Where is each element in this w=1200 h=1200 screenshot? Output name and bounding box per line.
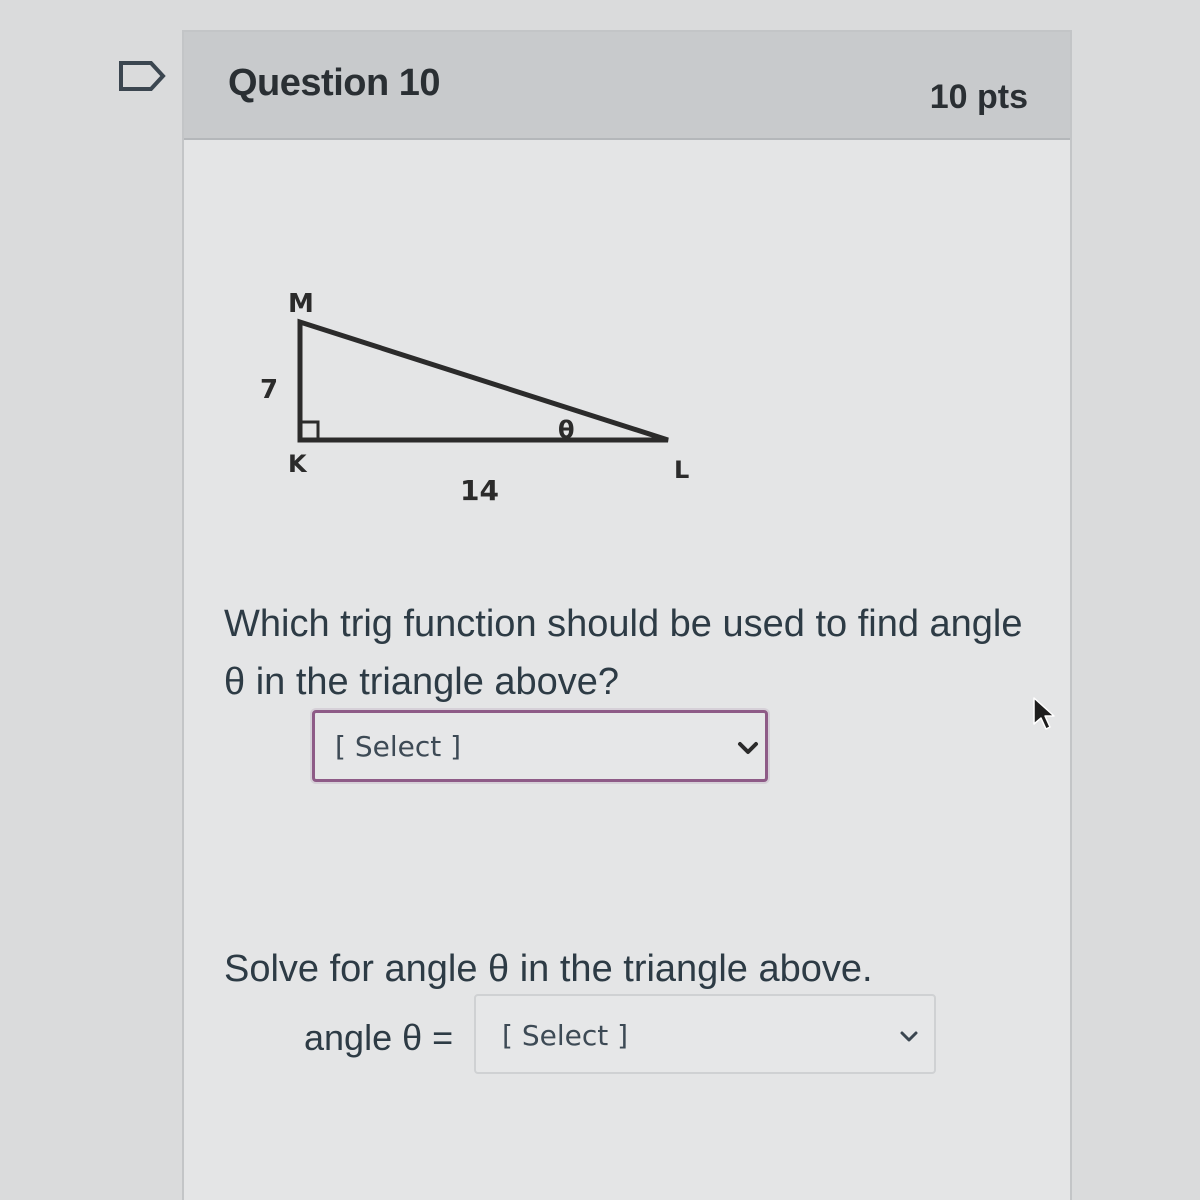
right-angle-marker bbox=[298, 420, 320, 442]
angle-theta-label: θ bbox=[558, 416, 575, 444]
question-title: Question 10 bbox=[228, 62, 441, 104]
question-prompt-1: Which trig function should be used to fi… bbox=[224, 603, 1023, 703]
question-header: Question 10 10 pts bbox=[184, 32, 1070, 140]
angle-value-select[interactable]: [ Select ] bbox=[474, 994, 936, 1074]
triangle-mkl bbox=[297, 318, 669, 443]
triangle-figure: M 7 θ K L 14 bbox=[260, 289, 689, 507]
select-value-2: [ Select ] bbox=[502, 1019, 629, 1052]
flag-question-icon[interactable] bbox=[118, 60, 166, 92]
chevron-down-icon bbox=[900, 1031, 918, 1042]
select-value-1: [ Select ] bbox=[335, 730, 462, 763]
question-prompt-2: Solve for angle θ in the triangle above. bbox=[224, 948, 873, 990]
vertex-label-k: K bbox=[288, 450, 308, 478]
mouse-cursor-icon bbox=[1033, 697, 1055, 730]
vertex-label-m: M bbox=[288, 289, 314, 319]
question-points: 10 pts bbox=[929, 78, 1028, 116]
question-card: Question 10 10 pts M 7 θ K L 14 Which tr… bbox=[182, 30, 1072, 1200]
angle-answer-label: angle θ = bbox=[304, 1017, 454, 1058]
vertex-label-l: L bbox=[674, 456, 689, 484]
chevron-down-icon bbox=[738, 742, 758, 754]
trig-function-select[interactable]: [ Select ] bbox=[312, 710, 768, 782]
side-length-mk: 7 bbox=[260, 375, 278, 405]
side-length-kl: 14 bbox=[460, 474, 499, 507]
